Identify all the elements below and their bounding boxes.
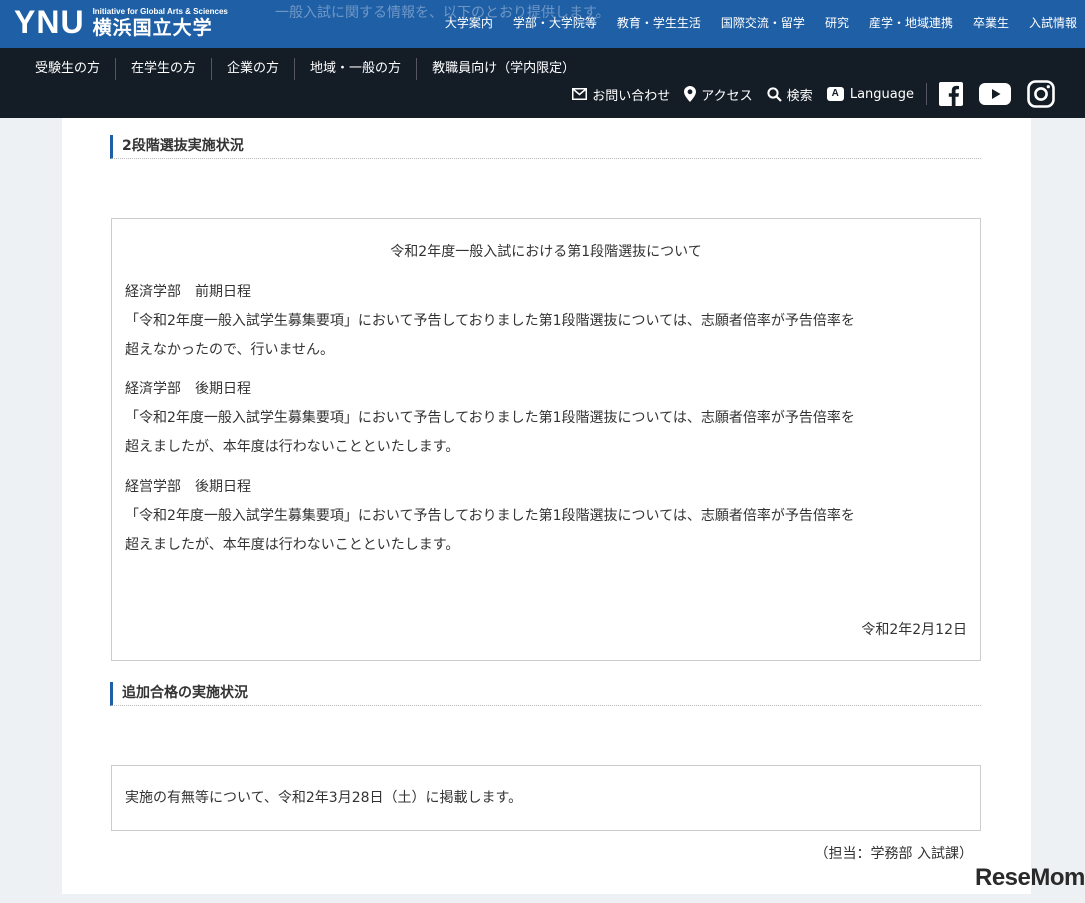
nav-international[interactable]: 国際交流・留学 — [721, 14, 805, 31]
section-economics-second: 経済学部 後期日程 「令和2年度一般入試学生募集要項」において予告しておりました… — [125, 375, 965, 462]
access-label: アクセス — [701, 88, 753, 104]
logo-tagline: Initiative for Global Arts & Sciences — [92, 7, 228, 16]
instagram-link[interactable] — [1027, 80, 1055, 108]
notice-line: 超えましたが、本年度は行わないことといたします。 — [125, 537, 460, 553]
nav-education[interactable]: 教育・学生生活 — [617, 14, 701, 31]
heading-additional-admission: 追加合格の実施状況 — [110, 682, 981, 706]
faculty-label: 経営学部 後期日程 — [125, 479, 251, 495]
notice-date: 令和2年2月12日 — [861, 622, 967, 638]
audience-applicants[interactable]: 受験生の方 — [20, 58, 115, 80]
notice-line: 「令和2年度一般入試学生募集要項」において予告しておりました第1段階選抜について… — [125, 313, 855, 329]
section-economics-first: 経済学部 前期日程 「令和2年度一般入試学生募集要項」において予告しておりました… — [125, 278, 965, 365]
nav-collaboration[interactable]: 産学・地域連携 — [869, 14, 953, 31]
search-label: 検索 — [786, 88, 813, 104]
language-icon: A — [826, 87, 844, 101]
notice-line: 超えなかったので、行いません。 — [125, 342, 335, 358]
faculty-label: 経済学部 前期日程 — [125, 284, 251, 300]
top-header-bar: 一般入試に関する情報を、以下のとおり提供します。 YNU Initiative … — [0, 0, 1085, 48]
ynu-logo[interactable]: YNU Initiative for Global Arts & Science… — [14, 4, 228, 44]
search-link[interactable]: 検索 — [766, 85, 813, 104]
audience-public[interactable]: 地域・一般の方 — [294, 58, 416, 80]
section-management-second: 経営学部 後期日程 「令和2年度一般入試学生募集要項」において予告しておりました… — [125, 473, 965, 560]
language-link[interactable]: A Language — [826, 86, 914, 102]
notice-line: 「令和2年度一般入試学生募集要項」において予告しておりました第1段階選抜について… — [125, 410, 855, 426]
main-content: 2段階選抜実施状況 令和2年度一般入試における第1段階選抜について 経済学部 前… — [62, 118, 1031, 894]
language-label: Language — [849, 86, 914, 102]
access-link[interactable]: アクセス — [684, 85, 753, 104]
instagram-icon — [1027, 80, 1055, 108]
youtube-link[interactable] — [979, 83, 1011, 105]
nav-about[interactable]: 大学案内 — [445, 14, 493, 31]
contact-link[interactable]: お問い合わせ — [572, 85, 670, 104]
resemom-watermark: ReseMom — [975, 864, 1085, 891]
utility-divider — [926, 83, 927, 105]
global-nav: 大学案内 学部・大学院等 教育・学生生活 国際交流・留学 研究 産学・地域連携 … — [425, 0, 1085, 44]
box-title: 令和2年度一般入試における第1段階選抜について — [390, 244, 702, 260]
audience-nav-bar: 受験生の方 在学生の方 企業の方 地域・一般の方 教職員向け（学内限定） お問い… — [0, 48, 1085, 118]
contact-label: お問い合わせ — [592, 88, 671, 104]
nav-research[interactable]: 研究 — [825, 14, 849, 31]
logo-ynu-text: YNU — [14, 4, 85, 40]
nav-faculties[interactable]: 学部・大学院等 — [513, 14, 597, 31]
audience-companies[interactable]: 企業の方 — [211, 58, 294, 80]
nav-alumni[interactable]: 卒業生 — [973, 14, 1009, 31]
logo-japanese-name: 横浜国立大学 — [92, 17, 213, 39]
facebook-icon — [939, 82, 963, 106]
notice-line: 「令和2年度一般入試学生募集要項」において予告しておりました第1段階選抜について… — [125, 508, 855, 524]
nav-admissions[interactable]: 入試情報 — [1029, 14, 1077, 31]
facebook-link[interactable] — [939, 82, 963, 106]
mail-icon — [572, 88, 588, 100]
search-icon — [766, 86, 782, 102]
audience-staff[interactable]: 教職員向け（学内限定） — [416, 58, 590, 80]
notice-line: 超えましたが、本年度は行わないことといたします。 — [125, 439, 460, 455]
heading-two-stage-selection: 2段階選抜実施状況 — [110, 135, 981, 159]
two-stage-selection-box: 令和2年度一般入試における第1段階選抜について 経済学部 前期日程 「令和2年度… — [111, 218, 981, 661]
additional-admission-box: 実施の有無等について、令和2年3月28日（土）に掲載します。 — [111, 765, 981, 831]
audience-nav: 受験生の方 在学生の方 企業の方 地域・一般の方 教職員向け（学内限定） — [20, 58, 590, 80]
audience-students[interactable]: 在学生の方 — [115, 58, 211, 80]
additional-admission-text: 実施の有無等について、令和2年3月28日（土）に掲載します。 — [125, 790, 523, 806]
contact-department: （担当：学務部 入試課） — [814, 846, 973, 862]
faculty-label: 経済学部 後期日程 — [125, 381, 251, 397]
utility-links: お問い合わせ アクセス 検索 A Language — [558, 80, 1055, 108]
youtube-icon — [979, 83, 1011, 105]
map-pin-icon — [684, 86, 697, 102]
